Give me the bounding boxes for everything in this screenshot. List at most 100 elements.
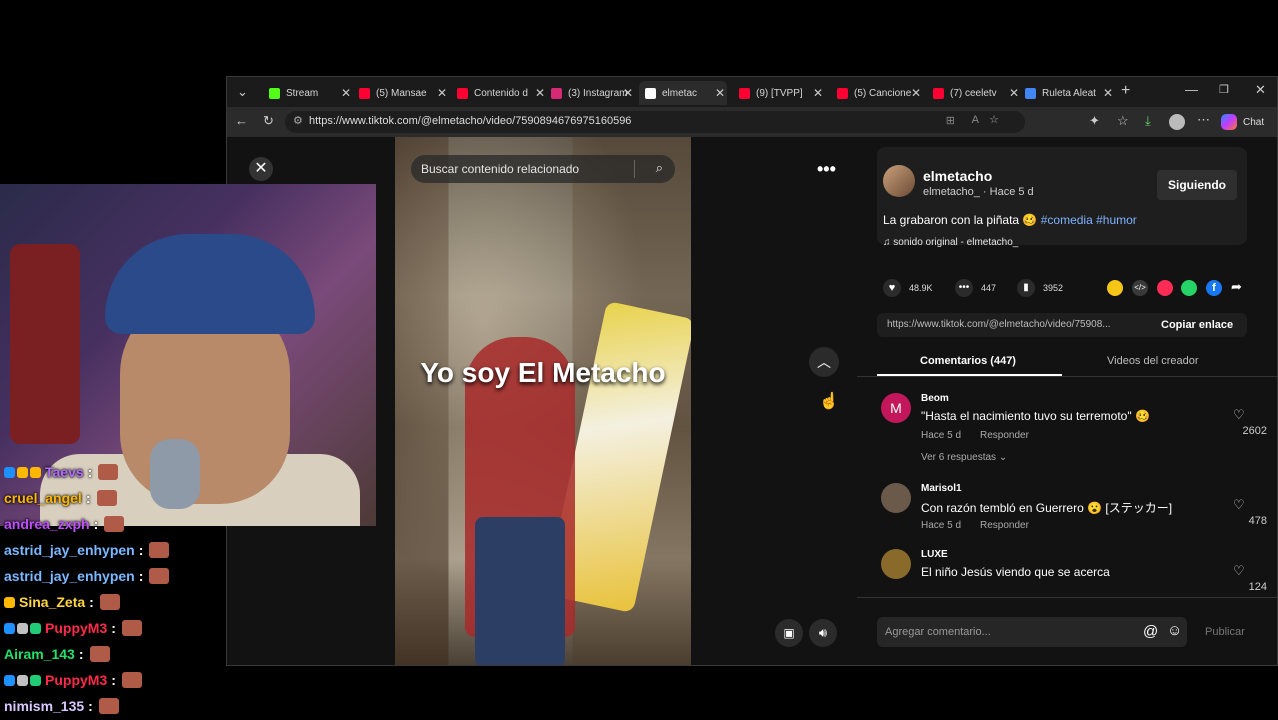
- following-button[interactable]: Siguiendo: [1157, 170, 1237, 200]
- chat-emote-icon: [98, 698, 119, 714]
- mention-icon[interactable]: @: [1143, 623, 1158, 640]
- comment-like-heart-icon[interactable]: ♡: [1233, 497, 1245, 513]
- reply-button[interactable]: Responder: [980, 520, 1029, 531]
- chat-username[interactable]: Sina_Zeta: [19, 594, 85, 610]
- close-video-button[interactable]: ✕: [249, 157, 273, 181]
- restore-window-icon[interactable]: ❐: [1219, 83, 1229, 96]
- related-search-input[interactable]: Buscar contenido relacionado ⌕: [411, 155, 675, 183]
- browser-tab[interactable]: (9) [TVPP] ✕: [733, 81, 825, 105]
- more-menu-icon[interactable]: ⋯: [1197, 112, 1210, 128]
- miniplayer-button[interactable]: ▣: [775, 619, 803, 647]
- whatsapp-icon[interactable]: [1181, 280, 1197, 296]
- comment-like-heart-icon[interactable]: ♡: [1233, 407, 1245, 423]
- minimize-icon[interactable]: —: [1185, 82, 1198, 97]
- tab-creator-videos[interactable]: Videos del creador: [1107, 355, 1199, 367]
- chat-message: astrid_jay_enhypen:: [4, 565, 170, 587]
- creator-handle-time: elmetacho_ · Hace 5 d: [923, 186, 1034, 198]
- close-tab-icon[interactable]: ✕: [341, 86, 351, 100]
- chat-message: Sina_Zeta:: [4, 591, 120, 613]
- share-arrow-icon[interactable]: ➦: [1231, 279, 1242, 295]
- close-tab-icon[interactable]: ✕: [1009, 86, 1019, 100]
- comment-like-count: 124: [1248, 581, 1267, 593]
- comment-button[interactable]: •••: [955, 279, 973, 297]
- favorites-icon[interactable]: ☆: [1117, 113, 1129, 129]
- chat-username[interactable]: PuppyM3: [45, 672, 107, 688]
- browser-tab[interactable]: Stream ✕: [263, 81, 353, 105]
- volume-button[interactable]: 🔊︎: [809, 619, 837, 647]
- chat-username[interactable]: Airam_143: [4, 646, 75, 662]
- chat-username[interactable]: Taevs: [45, 464, 84, 480]
- video-more-options-icon[interactable]: •••: [817, 159, 836, 180]
- browser-tab[interactable]: (7) ceeletv ✕: [927, 81, 1021, 105]
- new-tab-plus-icon[interactable]: +: [1121, 82, 1130, 100]
- embed-code-icon[interactable]: </>: [1132, 280, 1148, 296]
- copilot-icon: [1221, 114, 1237, 130]
- browser-tab[interactable]: Contenido d ✕: [451, 81, 547, 105]
- commenter-avatar[interactable]: [881, 483, 911, 513]
- chat-message: PuppyM3:: [4, 669, 142, 691]
- reply-button[interactable]: Responder: [980, 430, 1029, 441]
- comment-like-heart-icon[interactable]: ♡: [1233, 563, 1245, 579]
- favorite-star-icon[interactable]: ☆: [989, 113, 999, 126]
- tab-comments[interactable]: Comentarios (447): [920, 355, 1016, 367]
- send-icon[interactable]: [1157, 280, 1173, 296]
- chat-username[interactable]: nimism_135: [4, 698, 84, 714]
- commenter-avatar[interactable]: [881, 549, 911, 579]
- close-tab-icon[interactable]: ✕: [623, 86, 633, 100]
- chat-badge-icon: [4, 596, 15, 608]
- browser-tab[interactable]: Ruleta Aleat ✕: [1019, 81, 1115, 105]
- back-arrow-icon[interactable]: ←: [235, 113, 248, 128]
- coin-share-icon[interactable]: [1107, 280, 1123, 296]
- close-tab-icon[interactable]: ✕: [813, 86, 823, 100]
- post-sound[interactable]: ♫ sonido original - elmetacho_: [883, 237, 1018, 248]
- save-button[interactable]: ▮: [1017, 279, 1035, 297]
- view-replies-button[interactable]: Ver 6 respuestas ⌄: [921, 452, 1007, 463]
- comment-input[interactable]: Agregar comentario... @ ☺: [877, 617, 1187, 647]
- browser-window: ⌄ Stream ✕ (5) Mansae ✕ Contenido d ✕ (3) Inst…: [226, 76, 1278, 666]
- browser-tab[interactable]: (3) Instagram ✕: [545, 81, 635, 105]
- close-tab-icon[interactable]: ✕: [715, 86, 725, 100]
- creator-username[interactable]: elmetacho: [923, 168, 992, 184]
- chat-username[interactable]: PuppyM3: [45, 620, 107, 636]
- comment-like-count: 2602: [1242, 425, 1267, 437]
- emoji-icon[interactable]: ☺: [1167, 622, 1182, 639]
- commenter-avatar[interactable]: M: [881, 393, 911, 423]
- previous-video-button[interactable]: ︿: [809, 347, 839, 377]
- reload-icon[interactable]: ↻: [263, 113, 274, 129]
- close-tab-icon[interactable]: ✕: [437, 86, 447, 100]
- like-button[interactable]: ♥: [883, 279, 901, 297]
- site-info-icon[interactable]: ⚙: [293, 114, 303, 127]
- copy-link-button[interactable]: Copiar enlace: [1161, 319, 1233, 331]
- copilot-chat-button[interactable]: Chat: [1221, 111, 1275, 133]
- commenter-username[interactable]: LUXE: [921, 549, 948, 560]
- extensions-icon[interactable]: ✦: [1089, 113, 1100, 129]
- commenter-username[interactable]: Beom: [921, 393, 949, 404]
- mouse-cursor-icon: ☝: [819, 393, 839, 410]
- chat-username[interactable]: astrid_jay_enhypen: [4, 568, 135, 584]
- facebook-icon[interactable]: f: [1206, 280, 1222, 296]
- close-tab-icon[interactable]: ✕: [535, 86, 545, 100]
- download-icon[interactable]: ⤓: [1145, 113, 1151, 129]
- browser-tab[interactable]: elmetac ✕: [639, 81, 727, 105]
- close-window-icon[interactable]: ✕: [1255, 82, 1266, 98]
- url-field[interactable]: ⚙ https://www.tiktok.com/@elmetacho/vide…: [285, 111, 1025, 133]
- creator-avatar[interactable]: [883, 165, 915, 197]
- commenter-username[interactable]: Marisol1: [921, 483, 962, 494]
- close-tab-icon[interactable]: ✕: [911, 86, 921, 100]
- video-player[interactable]: Yo soy El Metacho Buscar contenido relac…: [395, 137, 691, 665]
- tab-list-chevron-icon[interactable]: ⌄: [237, 84, 248, 100]
- chat-username[interactable]: cruel_angel: [4, 490, 82, 506]
- browser-tab[interactable]: (5) Cancione ✕: [831, 81, 923, 105]
- chat-username[interactable]: andrea_zxph: [4, 516, 90, 532]
- music-note-icon: ♫: [883, 237, 894, 248]
- chat-username[interactable]: astrid_jay_enhypen: [4, 542, 135, 558]
- publish-button[interactable]: Publicar: [1205, 626, 1245, 638]
- post-hashtags[interactable]: #comedia #humor: [1041, 213, 1137, 227]
- install-app-icon[interactable]: ⊞: [946, 114, 955, 127]
- chat-badge-icon: [17, 674, 28, 686]
- browser-tab[interactable]: (5) Mansae ✕: [353, 81, 449, 105]
- search-icon[interactable]: ⌕: [656, 160, 663, 176]
- translate-icon[interactable]: A: [972, 114, 979, 126]
- close-tab-icon[interactable]: ✕: [1103, 86, 1113, 100]
- profile-avatar-icon[interactable]: [1169, 114, 1185, 130]
